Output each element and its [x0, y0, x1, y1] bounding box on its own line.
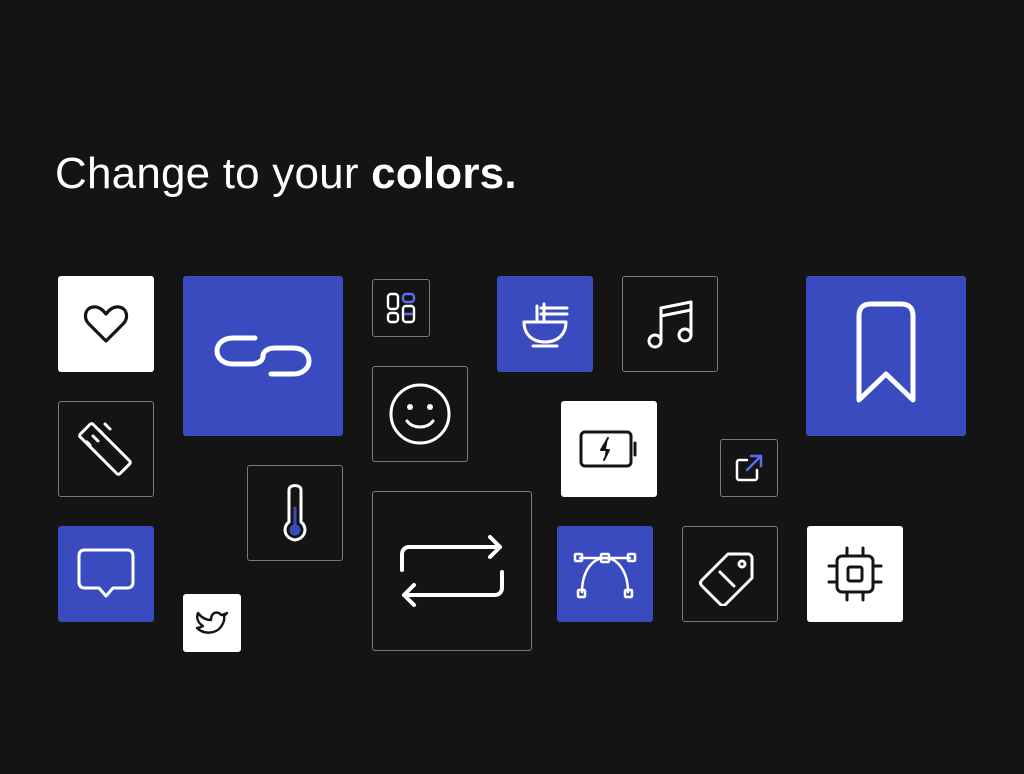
noodles-icon [522, 302, 569, 348]
cpu-tile [807, 526, 903, 622]
heart-tile [58, 276, 154, 372]
repeat-tile [372, 491, 532, 651]
thermometer-icon [283, 484, 307, 542]
dashboard-tile [372, 279, 430, 337]
external-link-tile [720, 439, 778, 497]
cpu-icon [827, 546, 883, 602]
headline: Change to your colors. [55, 148, 517, 200]
bookmark-icon [856, 301, 916, 403]
smiley-tile [372, 366, 468, 462]
headline-bold: colors. [371, 149, 517, 198]
repeat-icon [400, 535, 504, 607]
tag-icon [699, 552, 754, 606]
battery-charging-icon [579, 430, 637, 468]
bookmark-tile [806, 276, 966, 436]
link-tile [183, 276, 343, 436]
headline-regular: Change to your [55, 149, 372, 198]
twitter-icon [195, 611, 229, 634]
tag-tile [682, 526, 778, 622]
ruler-tile [58, 401, 154, 497]
bezier-tile [557, 526, 653, 622]
smiley-icon [389, 383, 451, 445]
link-icon [214, 335, 312, 377]
external-link-icon [735, 454, 763, 482]
music-tile [622, 276, 718, 372]
message-tile [58, 526, 154, 622]
dashboard-icon [386, 292, 416, 324]
ruler-icon [78, 422, 132, 476]
noodles-tile [497, 276, 593, 372]
twitter-tile [183, 594, 241, 652]
bezier-curve-icon [573, 552, 637, 599]
battery-tile [561, 401, 657, 497]
music-note-icon [647, 300, 693, 349]
heart-icon [83, 305, 129, 343]
message-icon [77, 548, 135, 598]
thermometer-tile [247, 465, 343, 561]
